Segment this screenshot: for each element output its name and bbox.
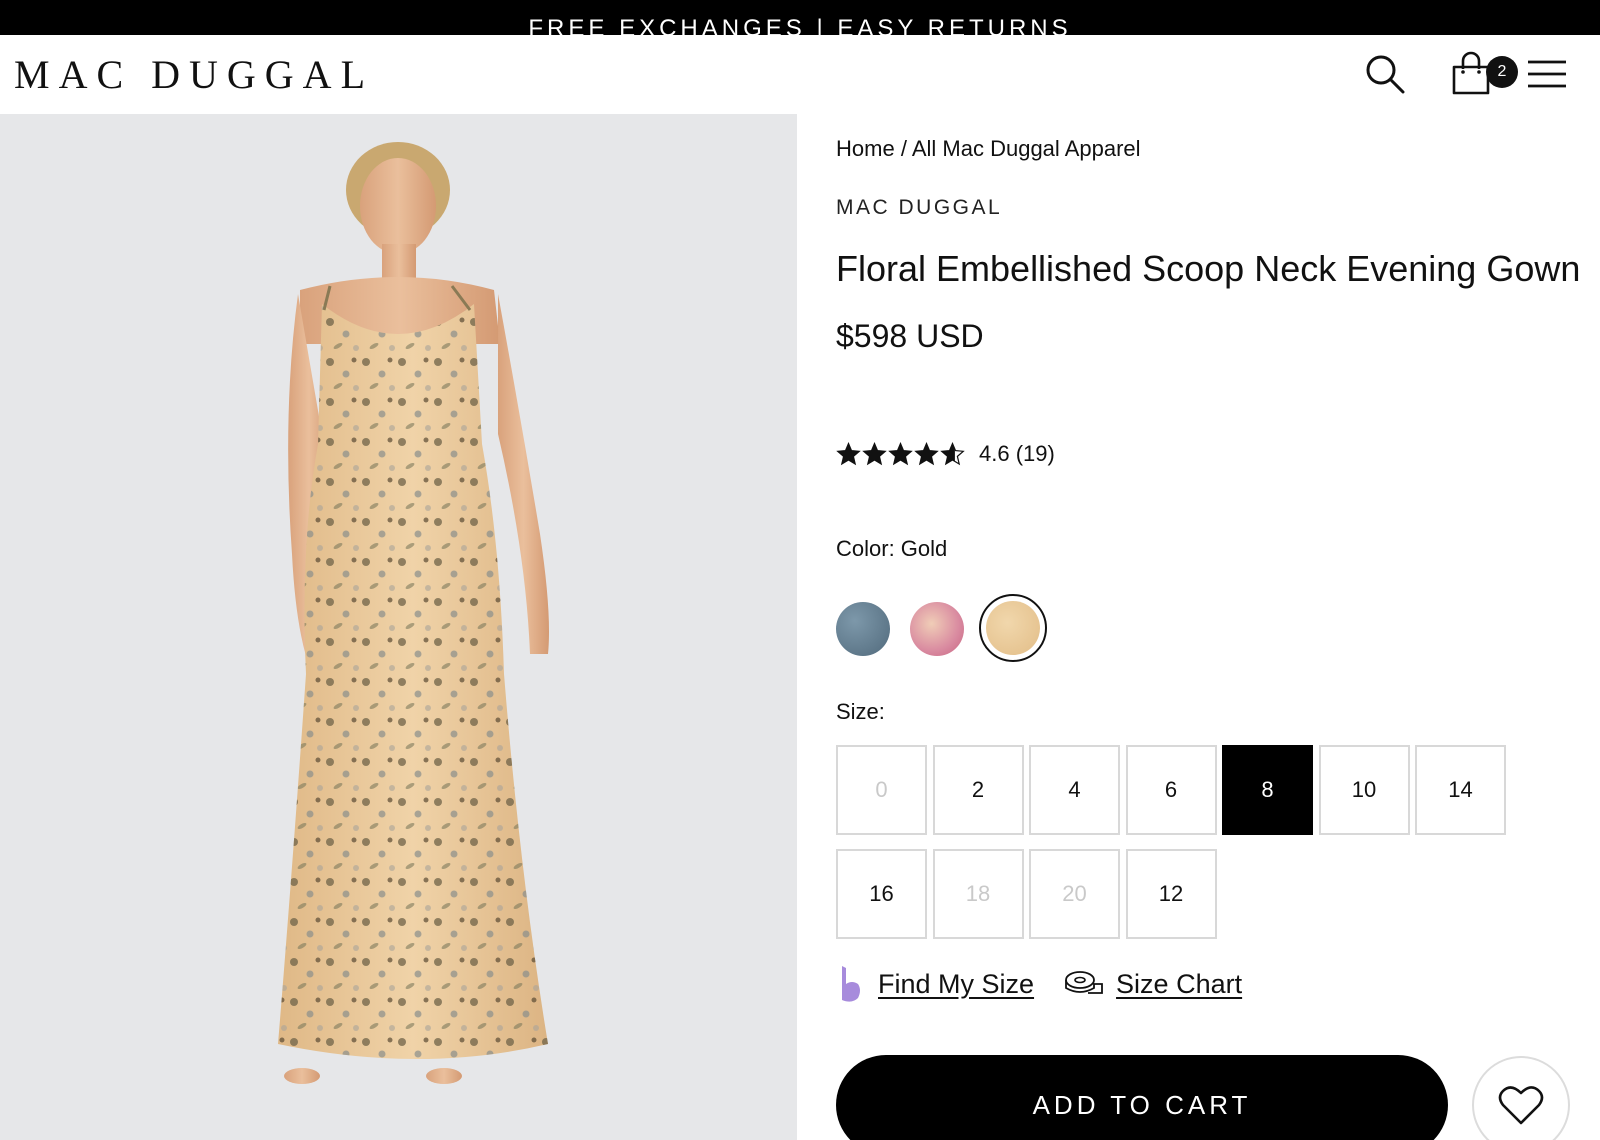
size-label: Size:	[836, 699, 885, 724]
hamburger-menu-icon	[1528, 60, 1566, 88]
breadcrumb: Home / All Mac Duggal Apparel	[836, 136, 1141, 162]
search-button[interactable]	[1360, 49, 1410, 99]
size-option-14[interactable]: 14	[1415, 745, 1506, 835]
product-image[interactable]	[0, 114, 797, 1140]
color-swatch-gold-fill	[986, 601, 1040, 655]
brand-logo[interactable]: MAC DUGGAL	[14, 53, 374, 97]
rating-stars	[836, 442, 965, 466]
size-option-12[interactable]: 12	[1125, 849, 1217, 939]
product-price: $598 USD	[836, 318, 984, 354]
size-option-4[interactable]: 4	[1029, 745, 1120, 835]
size-option-18[interactable]: 18	[932, 849, 1024, 939]
gown-model-illustration	[278, 142, 549, 1084]
site-header: MAC DUGGAL 2	[0, 35, 1600, 114]
announcement-text: FREE EXCHANGES | EASY RETURNS	[528, 15, 1072, 36]
announcement-bar: FREE EXCHANGES | EASY RETURNS	[0, 0, 1600, 35]
find-my-size-icon	[842, 966, 860, 1002]
product-rating[interactable]: 4.6 (19)	[836, 441, 1055, 467]
rating-value: 4.6	[979, 441, 1010, 466]
product-title: Floral Embellished Scoop Neck Evening Go…	[836, 248, 1581, 289]
breadcrumb-separator: /	[900, 136, 907, 161]
size-option-0[interactable]: 0	[836, 745, 927, 835]
breadcrumb-home[interactable]: Home	[836, 136, 895, 161]
fit-links: Find My Size Size Chart	[836, 962, 1242, 1006]
color-label: Color: Gold	[836, 536, 948, 561]
search-icon	[1366, 55, 1405, 94]
cart-count-badge: 2	[1486, 56, 1518, 88]
breadcrumb-current[interactable]: All Mac Duggal Apparel	[912, 136, 1141, 161]
color-swatch-gold[interactable]	[979, 594, 1047, 662]
color-swatch-pink[interactable]	[910, 602, 964, 656]
size-option-8[interactable]: 8	[1222, 745, 1313, 835]
size-option-16[interactable]: 16	[836, 849, 927, 939]
wishlist-button[interactable]	[1472, 1056, 1570, 1140]
size-option-6[interactable]: 6	[1125, 745, 1217, 835]
star-icon	[862, 442, 887, 466]
star-icon	[836, 442, 861, 466]
measuring-tape-icon	[1065, 971, 1103, 994]
find-my-size-link[interactable]: Find My Size	[878, 969, 1034, 1000]
menu-button[interactable]	[1522, 49, 1572, 99]
add-to-cart-button[interactable]: ADD TO CART	[836, 1055, 1448, 1140]
star-icon	[940, 442, 965, 466]
size-option-20[interactable]: 20	[1029, 849, 1120, 939]
star-icon	[914, 442, 939, 466]
size-option-10[interactable]: 10	[1318, 745, 1410, 835]
color-swatches	[836, 594, 1076, 666]
heart-icon	[1498, 1086, 1544, 1125]
color-swatch-slate-blue[interactable]	[836, 602, 890, 656]
rating-count: (19)	[1015, 441, 1055, 466]
size-chart-link[interactable]: Size Chart	[1116, 969, 1242, 1000]
product-brand: MAC DUGGAL	[836, 196, 1003, 219]
size-option-2[interactable]: 2	[932, 745, 1024, 835]
star-icon	[888, 442, 913, 466]
